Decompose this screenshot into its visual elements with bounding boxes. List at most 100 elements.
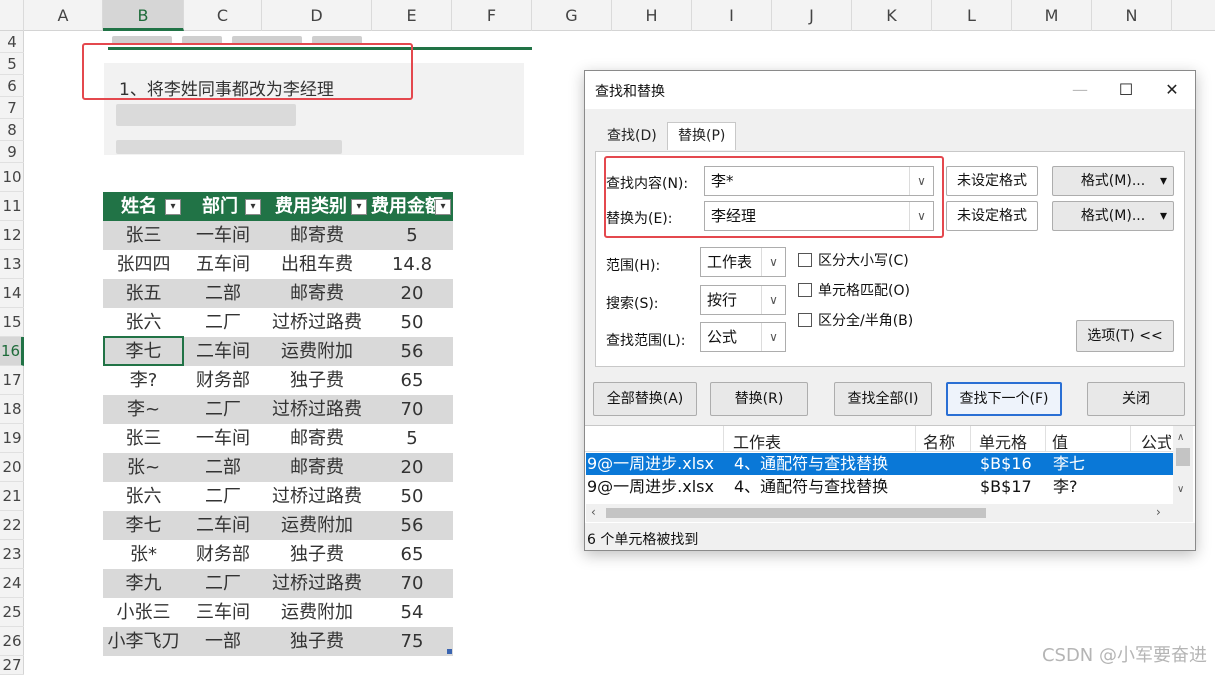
tab-replace[interactable]: 替换(P) — [667, 122, 737, 150]
results-col-sheet[interactable]: 工作表 — [733, 429, 781, 453]
table-row[interactable]: 小李飞刀 一部 独子费 75 — [103, 627, 453, 656]
scrollbar-thumb[interactable] — [1176, 448, 1190, 466]
table-row[interactable]: 张六 二厂 过桥过路费 50 — [103, 308, 453, 337]
chevron-down-icon[interactable]: ∨ — [761, 286, 785, 314]
column-header-l[interactable]: L — [932, 0, 1012, 31]
row-header-9[interactable]: 9 — [0, 141, 24, 163]
cell-amount[interactable]: 70 — [372, 569, 452, 598]
results-list[interactable]: 工作表 名称 单元格 值 公式 9@一周进步.xlsx 4、通配符与查找替换 $… — [585, 425, 1195, 523]
cell-amount[interactable]: 65 — [372, 540, 452, 569]
cell-name[interactable]: 张三 — [103, 221, 184, 250]
cell-name[interactable]: 张五 — [103, 279, 184, 308]
match-cell-checkbox[interactable]: 单元格匹配(O) — [798, 280, 910, 300]
cell-name[interactable]: 小张三 — [103, 598, 184, 627]
replace-all-button[interactable]: 全部替换(A) — [593, 382, 697, 416]
scrollbar-thumb[interactable] — [606, 508, 986, 518]
cell-category[interactable]: 邮寄费 — [262, 279, 372, 308]
cell-category[interactable]: 运费附加 — [262, 337, 372, 366]
row-header-23[interactable]: 23 — [0, 540, 24, 569]
close-window-button[interactable]: ✕ — [1149, 75, 1195, 105]
column-header-e[interactable]: E — [372, 0, 452, 31]
cell-amount[interactable]: 5 — [372, 424, 452, 453]
cell-category[interactable]: 邮寄费 — [262, 453, 372, 482]
row-header-8[interactable]: 8 — [0, 119, 24, 141]
cell-department[interactable]: 三车间 — [184, 598, 262, 627]
cell-category[interactable]: 邮寄费 — [262, 424, 372, 453]
row-header-22[interactable]: 22 — [0, 511, 24, 540]
table-row[interactable]: 李七 二车间 运费附加 56 — [103, 511, 453, 540]
results-col-name[interactable]: 名称 — [923, 429, 955, 453]
scope-select[interactable]: 工作表 ∨ — [700, 247, 786, 277]
row-header-6[interactable]: 6 — [0, 75, 24, 97]
row-header-27[interactable]: 27 — [0, 656, 24, 675]
scroll-left-icon[interactable]: ‹ — [591, 505, 596, 519]
column-header-k[interactable]: K — [852, 0, 932, 31]
row-header-11[interactable]: 11 — [0, 192, 24, 221]
cell-name[interactable]: 李九 — [103, 569, 184, 598]
column-header-j[interactable]: J — [772, 0, 852, 31]
cell-name[interactable]: 张三 — [103, 424, 184, 453]
column-header-d[interactable]: D — [262, 0, 372, 31]
cell-department[interactable]: 财务部 — [184, 540, 262, 569]
cell-category[interactable]: 运费附加 — [262, 598, 372, 627]
column-header-m[interactable]: M — [1012, 0, 1092, 31]
cell-name[interactable]: 李七 — [103, 511, 184, 540]
filter-dropdown-icon[interactable]: ▾ — [245, 199, 261, 215]
cell-amount[interactable]: 14.8 — [372, 250, 452, 279]
row-header-19[interactable]: 19 — [0, 424, 24, 453]
row-header-16[interactable]: 16 — [0, 337, 24, 366]
result-row[interactable]: 9@一周进步.xlsx 4、通配符与查找替换 $B$17 李? — [586, 476, 1173, 498]
checkbox-icon[interactable] — [798, 283, 812, 297]
cell-department[interactable]: 二厂 — [184, 482, 262, 511]
close-button[interactable]: 关闭 — [1087, 382, 1185, 416]
cell-amount[interactable]: 65 — [372, 366, 452, 395]
cell-name[interactable]: 张六 — [103, 308, 184, 337]
cell-department[interactable]: 五车间 — [184, 250, 262, 279]
results-horizontal-scrollbar[interactable]: ‹ › — [586, 504, 1173, 522]
cell-category[interactable]: 邮寄费 — [262, 221, 372, 250]
row-header-15[interactable]: 15 — [0, 308, 24, 337]
row-header-12[interactable]: 12 — [0, 221, 24, 250]
column-header-a[interactable]: A — [24, 0, 103, 31]
maximize-button[interactable]: ☐ — [1103, 75, 1149, 105]
row-header-24[interactable]: 24 — [0, 569, 24, 598]
results-col-cell[interactable]: 单元格 — [979, 429, 1027, 453]
row-header-21[interactable]: 21 — [0, 482, 24, 511]
find-all-button[interactable]: 查找全部(I) — [834, 382, 932, 416]
cell-name[interactable]: 张* — [103, 540, 184, 569]
replace-format-button[interactable]: 格式(M)... ▾ — [1052, 201, 1174, 231]
table-row[interactable]: 张三 一车间 邮寄费 5 — [103, 221, 453, 250]
table-row[interactable]: 张四四 五车间 出租车费 14.8 — [103, 250, 453, 279]
table-row[interactable]: 张三 一车间 邮寄费 5 — [103, 424, 453, 453]
cell-department[interactable]: 二厂 — [184, 569, 262, 598]
checkbox-icon[interactable] — [798, 253, 812, 267]
row-header-10[interactable]: 10 — [0, 163, 24, 192]
cell-amount[interactable]: 50 — [372, 482, 452, 511]
table-resize-handle[interactable] — [447, 649, 452, 654]
cell-name[interactable]: 李~ — [103, 395, 184, 424]
cell-amount[interactable]: 70 — [372, 395, 452, 424]
cell-department[interactable]: 二厂 — [184, 308, 262, 337]
cell-amount[interactable]: 56 — [372, 337, 452, 366]
row-header-14[interactable]: 14 — [0, 279, 24, 308]
column-header-h[interactable]: H — [612, 0, 692, 31]
cell-category[interactable]: 独子费 — [262, 627, 372, 656]
row-header-7[interactable]: 7 — [0, 97, 24, 119]
table-row[interactable]: 张* 财务部 独子费 65 — [103, 540, 453, 569]
row-header-13[interactable]: 13 — [0, 250, 24, 279]
cell-category[interactable]: 过桥过路费 — [262, 482, 372, 511]
column-header-c[interactable]: C — [184, 0, 262, 31]
chevron-down-icon[interactable]: ∨ — [761, 323, 785, 351]
cell-department[interactable]: 二部 — [184, 453, 262, 482]
checkbox-icon[interactable] — [798, 313, 812, 327]
table-row[interactable]: 李? 财务部 独子费 65 — [103, 366, 453, 395]
cell-category[interactable]: 独子费 — [262, 540, 372, 569]
find-format-button[interactable]: 格式(M)... ▾ — [1052, 166, 1174, 196]
options-button[interactable]: 选项(T) << — [1076, 320, 1174, 352]
column-header-f[interactable]: F — [452, 0, 532, 31]
filter-dropdown-icon[interactable]: ▾ — [165, 199, 181, 215]
dropdown-arrow-icon[interactable]: ▾ — [1160, 167, 1167, 195]
column-header-g[interactable]: G — [532, 0, 612, 31]
filter-dropdown-icon[interactable]: ▾ — [351, 199, 367, 215]
table-row[interactable]: 小张三 三车间 运费附加 54 — [103, 598, 453, 627]
